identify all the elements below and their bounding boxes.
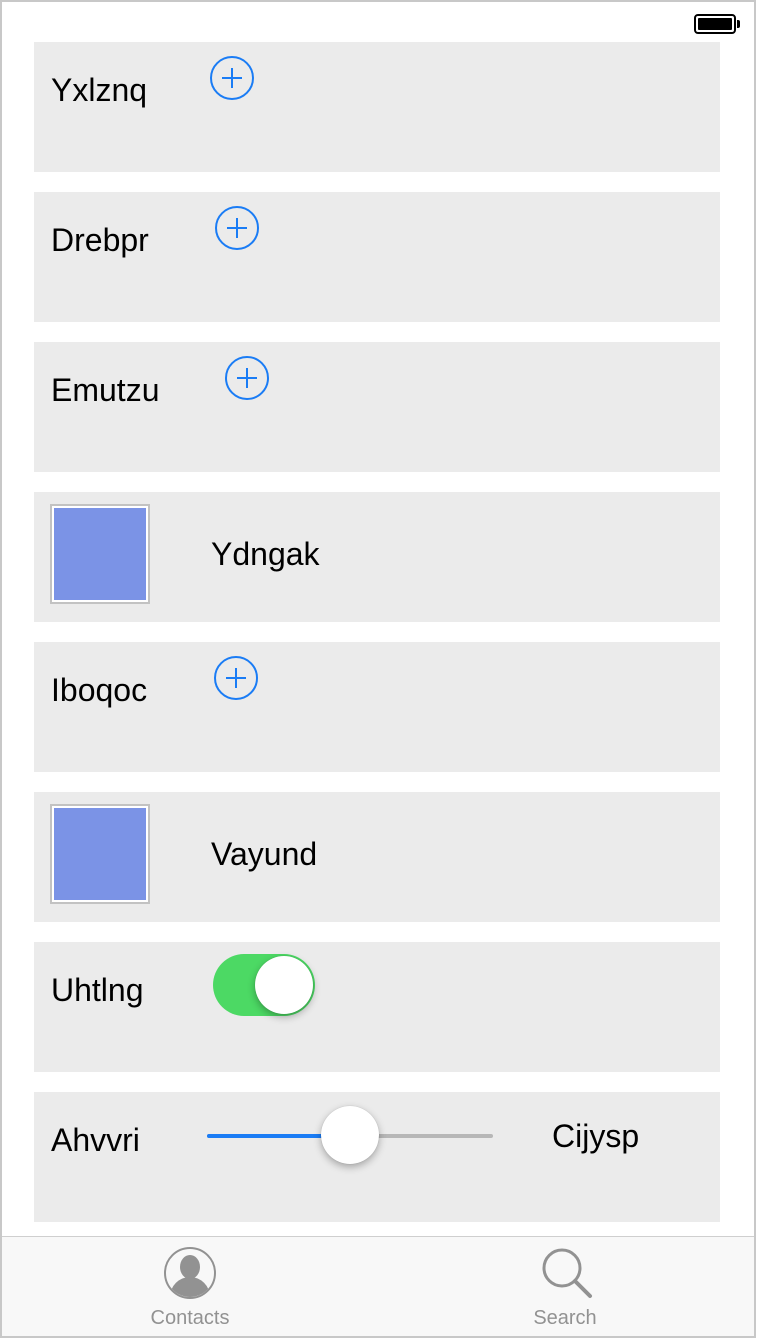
search-icon	[542, 1248, 592, 1298]
row-emutzu: Emutzu	[34, 342, 720, 472]
add-icon[interactable]	[214, 656, 258, 700]
add-icon[interactable]	[225, 356, 269, 400]
tab-bar: Contacts Search	[2, 1236, 754, 1336]
row-drebpr: Drebpr	[34, 192, 720, 322]
slider-max-label: Cijysp	[552, 1118, 640, 1154]
add-icon[interactable]	[210, 56, 254, 100]
row-yxlznq: Yxlznq	[34, 42, 720, 172]
toggle-switch[interactable]	[213, 954, 315, 1016]
row-label: Vayund	[211, 836, 318, 872]
add-icon[interactable]	[215, 206, 259, 250]
row-ydngak: Ydngak	[34, 492, 720, 622]
contacts-icon	[164, 1247, 216, 1299]
slider-thumb[interactable]	[321, 1106, 379, 1164]
image-well[interactable]	[50, 804, 150, 904]
image-swatch	[54, 508, 146, 600]
toggle-knob	[255, 956, 313, 1014]
tab-search[interactable]: Search	[465, 1237, 665, 1335]
app-screen: Yxlznq Drebpr Emutzu Ydngak Iboqoc Vayun…	[0, 0, 756, 1338]
row-iboqoc: Iboqoc	[34, 642, 720, 772]
tab-label: Contacts	[150, 1307, 230, 1329]
row-vayund: Vayund	[34, 792, 720, 922]
battery-icon	[694, 14, 740, 34]
tab-contacts[interactable]: Contacts	[90, 1237, 290, 1335]
row-label: Emutzu	[51, 372, 160, 408]
tab-label: Search	[533, 1307, 597, 1329]
row-label: Ydngak	[211, 536, 320, 572]
row-label: Drebpr	[51, 222, 149, 258]
row-label: Iboqoc	[51, 672, 148, 708]
slider[interactable]	[207, 1106, 493, 1166]
image-swatch	[54, 808, 146, 900]
status-bar	[2, 2, 754, 42]
row-uhtlng: Uhtlng	[34, 942, 720, 1072]
image-well[interactable]	[50, 504, 150, 604]
row-label: Yxlznq	[51, 72, 148, 108]
row-label: Uhtlng	[51, 972, 144, 1008]
row-ahvvri: Ahvvri Cijysp	[34, 1092, 720, 1222]
row-label: Ahvvri	[51, 1122, 140, 1158]
